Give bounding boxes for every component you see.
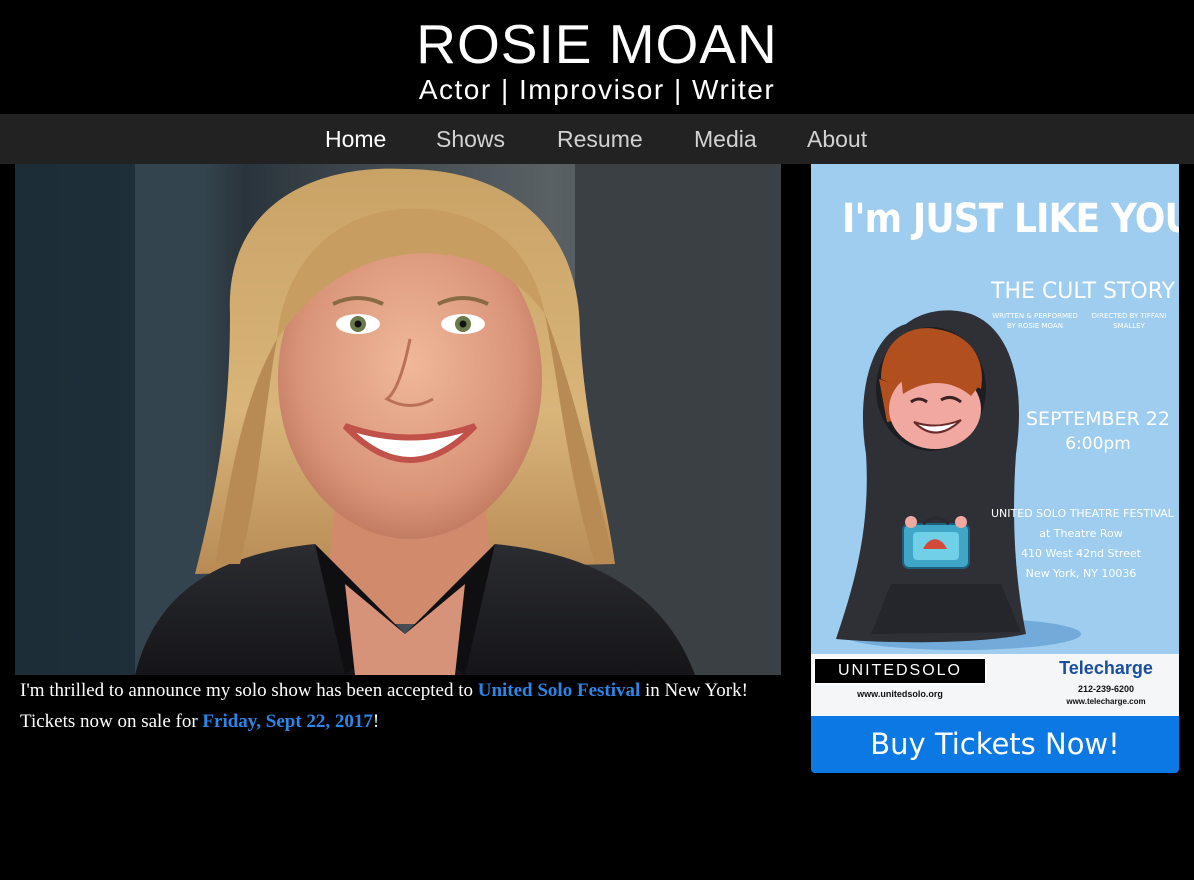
headshot-photo: [15, 164, 781, 675]
telecharge-url: www.telecharge.com: [1066, 697, 1146, 706]
show-date-link[interactable]: Friday, Sept 22, 2017: [202, 711, 372, 732]
poster-credit-writer: WRITTEN & PERFORMED BY ROSIE MOAN: [992, 312, 1078, 330]
nav-item-home[interactable]: Home: [325, 124, 386, 154]
nav-item-resume[interactable]: Resume: [557, 124, 643, 154]
buy-tickets-button[interactable]: Buy Tickets Now!: [811, 716, 1179, 773]
announcement-text: I'm thrilled to announce my solo show ha…: [20, 675, 780, 737]
announcement-line-1: I'm thrilled to announce my solo show ha…: [20, 675, 780, 706]
show-poster[interactable]: I'm JUST LIKE YOU THE CULT STORY WRITTEN…: [811, 164, 1179, 716]
poster-venue: UNITED SOLO THEATRE FESTIVAL at Theatre …: [991, 504, 1174, 584]
nav-item-shows[interactable]: Shows: [436, 124, 505, 154]
poster-date: SEPTEMBER 22: [1026, 408, 1170, 430]
telecharge-logo: Telecharge: [1059, 658, 1153, 678]
poster-venue-line: New York, NY 10036: [1025, 567, 1137, 580]
nav-item-about[interactable]: About: [807, 124, 867, 154]
main-nav: Home Shows Resume Media About: [0, 114, 1194, 164]
site-name[interactable]: ROSIE MOAN: [0, 12, 1194, 76]
united-solo-festival-link[interactable]: United Solo Festival: [478, 680, 641, 701]
announcement-text-1: I'm thrilled to announce my solo show ha…: [20, 680, 478, 701]
unitedsolo-logo: UNITEDSOLO: [813, 657, 987, 685]
poster-subtitle: THE CULT STORY: [991, 279, 1176, 304]
headshot-illustration: [15, 164, 781, 675]
nav-item-media[interactable]: Media: [694, 124, 757, 154]
unitedsolo-url: www.unitedsolo.org: [857, 689, 943, 699]
telecharge-phone: 212-239-6200: [1077, 684, 1135, 694]
poster-time: 6:00pm: [1065, 434, 1131, 454]
announcement-text-4: !: [372, 711, 380, 732]
site-tagline: Actor | Improvisor | Writer: [418, 74, 776, 105]
poster-title: I'm JUST LIKE YOU: [842, 196, 1179, 242]
announcement-line-2: Tickets now on sale for Friday, Sept 22,…: [20, 706, 780, 737]
poster-venue-line: 410 West 42nd Street: [1021, 547, 1141, 560]
poster-credit-director: DIRECTED BY TIFFANI SMALLEY: [1091, 312, 1167, 330]
poster-venue-line: UNITED SOLO THEATRE FESTIVAL: [991, 507, 1174, 520]
poster-venue-line: at Theatre Row: [1039, 527, 1123, 540]
site-header: ROSIE MOAN Actor | Improvisor | Writer: [0, 0, 1194, 114]
announcement-text-3: Tickets now on sale for: [20, 711, 203, 732]
announcement-text-2: in New York!: [640, 680, 748, 701]
